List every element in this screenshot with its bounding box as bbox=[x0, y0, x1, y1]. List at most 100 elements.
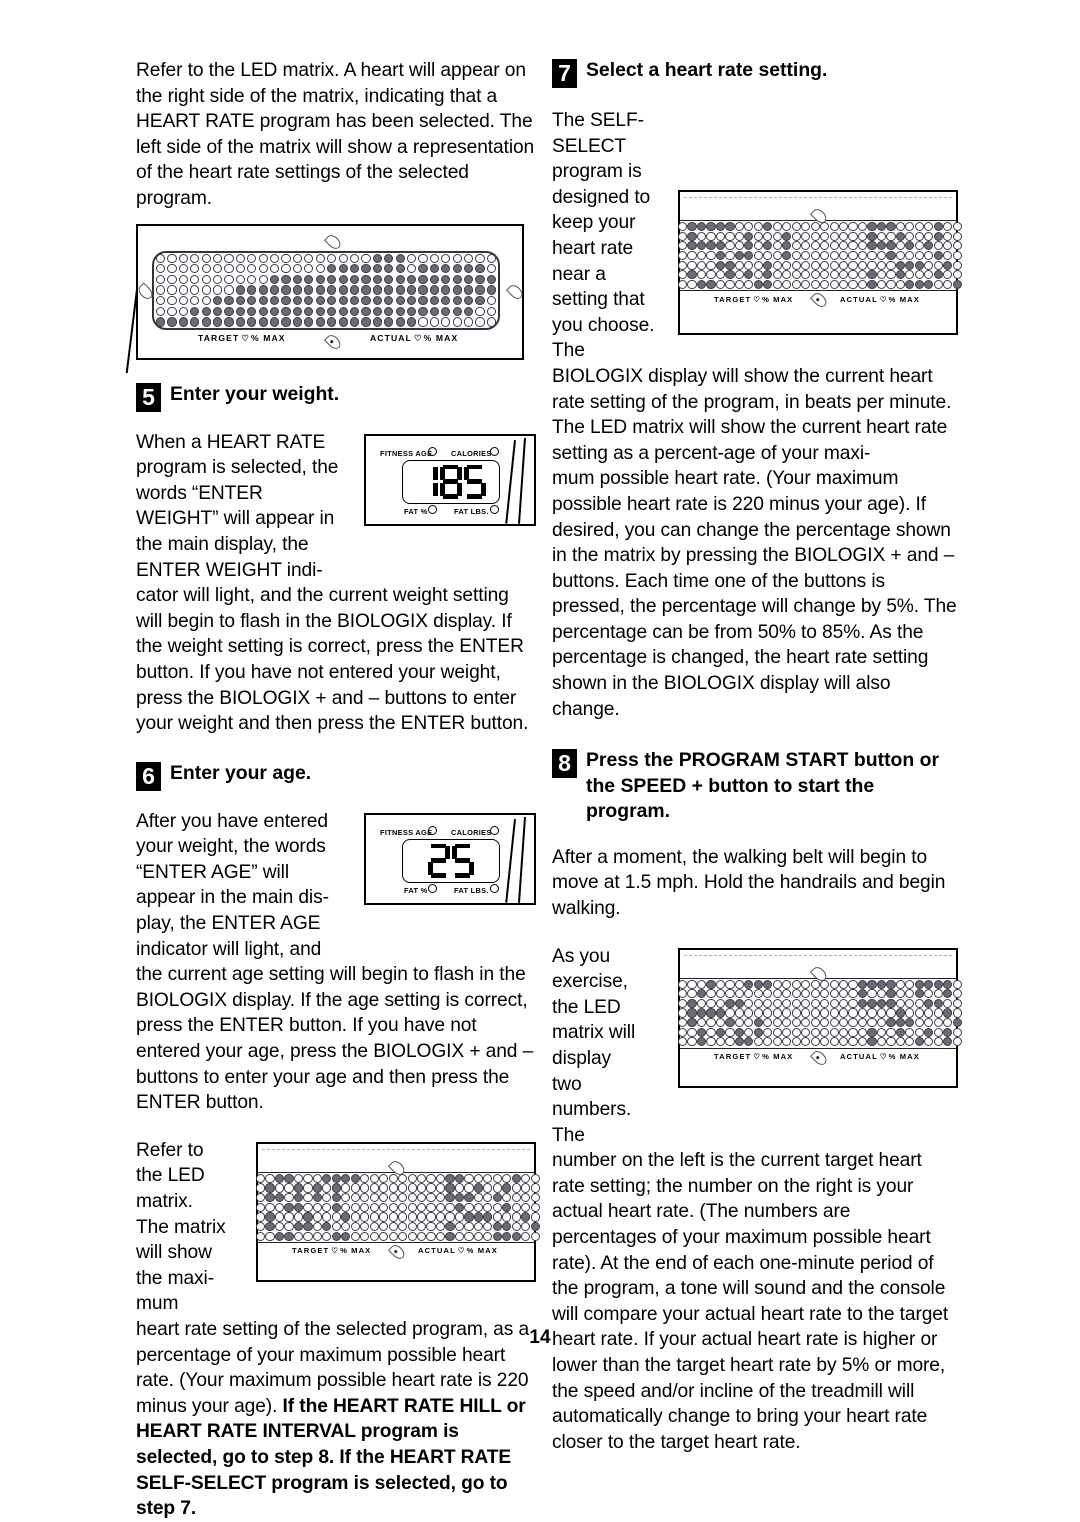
led-dot bbox=[744, 1027, 754, 1037]
led-dot bbox=[687, 250, 697, 261]
led-dot bbox=[304, 306, 314, 316]
led-dot bbox=[284, 1183, 294, 1193]
led-dot bbox=[914, 1018, 924, 1028]
led-dot bbox=[725, 1027, 735, 1037]
led-dot bbox=[349, 296, 360, 306]
led-dot bbox=[492, 1221, 502, 1232]
led-dot bbox=[715, 222, 726, 232]
led-dot bbox=[772, 1008, 782, 1018]
led-dot bbox=[293, 1193, 304, 1203]
led-matrix-panel: TARGET ♡% MAX ACTUAL ♡% MAX bbox=[678, 190, 962, 335]
led-dot bbox=[511, 1212, 521, 1222]
led-dot bbox=[696, 989, 707, 999]
led-dot bbox=[224, 274, 234, 284]
led-dot bbox=[687, 241, 697, 251]
led-dot bbox=[895, 998, 905, 1008]
led-dot bbox=[258, 306, 268, 316]
led-dot bbox=[284, 1231, 294, 1241]
led-dot bbox=[511, 1202, 521, 1212]
led-dot bbox=[914, 260, 924, 270]
led-dot bbox=[274, 1212, 285, 1222]
led-dot bbox=[914, 998, 924, 1008]
led-dot bbox=[464, 1221, 474, 1232]
led-dot bbox=[801, 279, 811, 289]
led-dot bbox=[734, 260, 744, 270]
step-7-body-intro-block: TARGET ♡% MAX ACTUAL ♡% MAX The SELF-SELECT… bbox=[552, 108, 962, 466]
led-dot bbox=[464, 1231, 474, 1241]
led-dot bbox=[303, 1221, 313, 1232]
led-dot bbox=[270, 253, 280, 263]
led-dot bbox=[734, 1008, 744, 1018]
led-dot bbox=[416, 1173, 427, 1183]
led-dot bbox=[258, 274, 268, 284]
led-dot bbox=[829, 998, 839, 1008]
led-dot bbox=[678, 279, 688, 289]
led-dot bbox=[475, 306, 485, 316]
led-dot bbox=[943, 989, 953, 999]
led-dot bbox=[475, 285, 485, 295]
led-dot bbox=[398, 1221, 408, 1232]
led-dot bbox=[398, 1212, 408, 1222]
segment-g bbox=[455, 858, 471, 863]
led-dot bbox=[715, 231, 726, 241]
led-dot bbox=[678, 979, 688, 989]
led-dot bbox=[838, 998, 849, 1008]
led-dot bbox=[933, 989, 943, 999]
console-edge-line bbox=[505, 818, 516, 903]
led-dot bbox=[492, 1212, 502, 1222]
led-dot bbox=[201, 306, 211, 316]
led-dot bbox=[201, 317, 211, 327]
led-dot bbox=[838, 270, 849, 280]
led-dot bbox=[838, 1008, 849, 1018]
fat-percent-indicator bbox=[428, 504, 437, 514]
led-dot bbox=[360, 1183, 370, 1193]
led-dot bbox=[416, 1193, 427, 1203]
led-dot bbox=[281, 306, 291, 316]
led-dot bbox=[441, 274, 451, 284]
led-dot bbox=[734, 222, 744, 232]
led-dot bbox=[696, 231, 707, 241]
led-dot bbox=[933, 279, 943, 289]
led-dot bbox=[190, 306, 200, 316]
led-dot bbox=[725, 279, 735, 289]
led-dot bbox=[360, 1193, 370, 1203]
led-dot bbox=[292, 264, 303, 274]
led-dot bbox=[725, 250, 735, 261]
led-dot bbox=[247, 253, 257, 263]
led-dot bbox=[445, 1202, 455, 1212]
segment-e bbox=[428, 862, 433, 876]
led-matrix-panel: TARGET ♡% MAX ACTUAL ♡% MAX bbox=[256, 1141, 540, 1282]
led-dot bbox=[706, 1018, 716, 1028]
fat-percent-indicator bbox=[428, 883, 437, 893]
fat-lbs-indicator bbox=[490, 883, 499, 893]
led-dot bbox=[331, 1212, 341, 1222]
led-dot bbox=[801, 1018, 811, 1028]
led-matrix-label: TARGET ♡% MAX bbox=[714, 1052, 794, 1062]
led-dot bbox=[511, 1231, 521, 1241]
right-column: 7 Select a heart rate setting. TARGET ♡% … bbox=[552, 58, 962, 1455]
led-dot bbox=[753, 1037, 763, 1047]
led-dot bbox=[406, 264, 417, 274]
led-dot bbox=[952, 989, 962, 999]
led-dot bbox=[905, 1037, 915, 1047]
led-dot bbox=[820, 270, 830, 280]
led-dot bbox=[322, 1231, 332, 1241]
led-dot bbox=[511, 1183, 521, 1193]
led-matrix-panel: TARGET ♡% MAX ACTUAL ♡% MAX bbox=[135, 223, 526, 360]
led-dot bbox=[876, 989, 887, 999]
fat-lbs-indicator bbox=[490, 504, 499, 514]
led-dot bbox=[303, 1202, 313, 1212]
led-dot bbox=[763, 260, 773, 270]
led-dot bbox=[791, 1008, 801, 1018]
led-dot bbox=[530, 1183, 540, 1193]
fat-percent-label: FAT % bbox=[404, 885, 428, 895]
led-dot bbox=[312, 1202, 322, 1212]
led-dot bbox=[360, 1231, 370, 1241]
step-7-number: 7 bbox=[552, 59, 577, 88]
step-8-body-intro: After a moment, the walking belt will be… bbox=[552, 846, 946, 919]
led-dot bbox=[349, 306, 360, 316]
led-dot bbox=[801, 998, 811, 1008]
led-dot bbox=[696, 279, 707, 289]
led-dot bbox=[178, 306, 188, 316]
led-dot bbox=[895, 989, 905, 999]
